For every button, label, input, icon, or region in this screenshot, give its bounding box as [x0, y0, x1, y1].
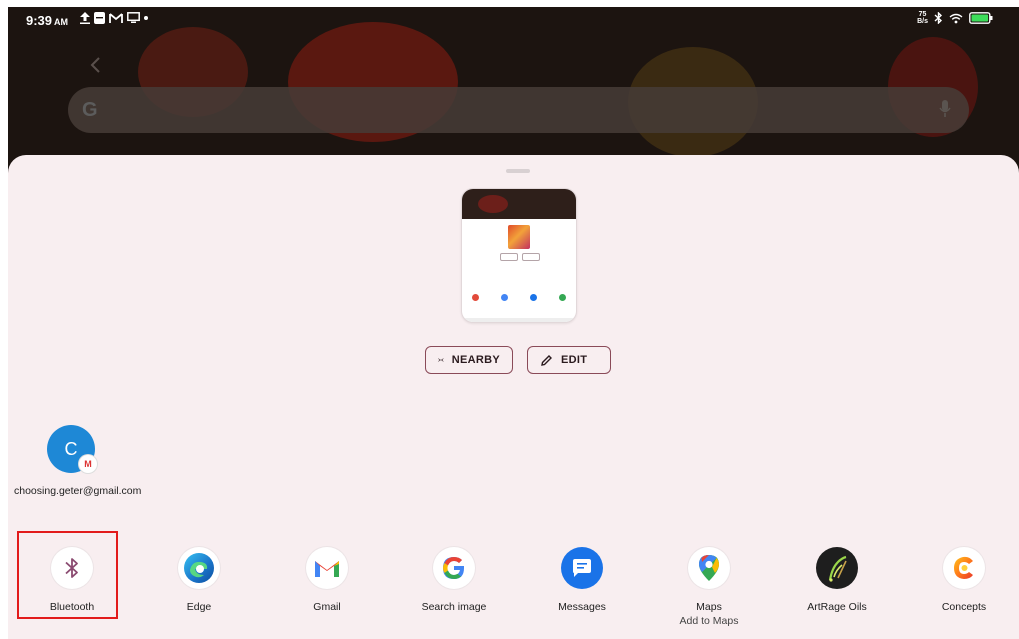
- gmail-notification-icon: [109, 12, 123, 23]
- drag-handle[interactable]: [506, 169, 530, 173]
- artrage-icon: [816, 547, 858, 589]
- app-target-gmail[interactable]: Gmail: [271, 547, 383, 614]
- more-notifications-dot-icon: [144, 16, 148, 20]
- network-speed: 75 B/s: [917, 11, 928, 25]
- app-target-messages[interactable]: Messages: [526, 547, 638, 614]
- share-sheet: NEARBY EDIT C M choosing.geter@gmail.com…: [8, 155, 1019, 639]
- device-screen: 9:39 AM 75 B/s G NEARBY EDIT C M choosin…: [8, 7, 1019, 639]
- nearby-share-icon: [438, 358, 444, 362]
- bluetooth-status-icon: [934, 12, 943, 24]
- maps-icon: [688, 547, 730, 589]
- notification-icons: [80, 12, 148, 24]
- back-arrow-icon[interactable]: [86, 55, 106, 75]
- app-target-edge[interactable]: Edge: [143, 547, 255, 614]
- mic-icon: [939, 100, 951, 117]
- battery-icon: [969, 12, 993, 24]
- screen-cast-icon: [127, 12, 140, 23]
- gmail-badge-icon: M: [79, 455, 97, 473]
- highlight-box: [17, 531, 118, 619]
- edge-icon: [178, 547, 220, 589]
- status-bar: 9:39 AM 75 B/s: [8, 7, 1019, 35]
- screenshot-preview[interactable]: [461, 188, 577, 323]
- app-target-maps[interactable]: Maps Add to Maps: [653, 547, 765, 628]
- google-icon: [433, 547, 475, 589]
- wifi-icon: [949, 13, 963, 23]
- status-time: 9:39 AM: [26, 13, 69, 28]
- nearby-share-button[interactable]: NEARBY: [425, 346, 513, 374]
- edit-button[interactable]: EDIT: [527, 346, 611, 374]
- gmail-icon: [306, 547, 348, 589]
- app-target-concepts[interactable]: Concepts: [908, 547, 1019, 614]
- background-search-bar: G: [68, 87, 969, 133]
- app-target-artrage-oils[interactable]: ArtRage Oils: [781, 547, 893, 614]
- concepts-icon: [943, 547, 985, 589]
- contact-name: choosing.geter@gmail.com: [14, 485, 142, 497]
- system-status-icons: 75 B/s: [917, 11, 993, 25]
- pencil-icon: [541, 354, 552, 366]
- sd-card-icon: [94, 12, 105, 24]
- app-target-search-image[interactable]: Search image: [398, 547, 510, 614]
- upload-icon: [80, 12, 90, 24]
- google-logo-icon: G: [82, 99, 98, 121]
- messages-icon: [561, 547, 603, 589]
